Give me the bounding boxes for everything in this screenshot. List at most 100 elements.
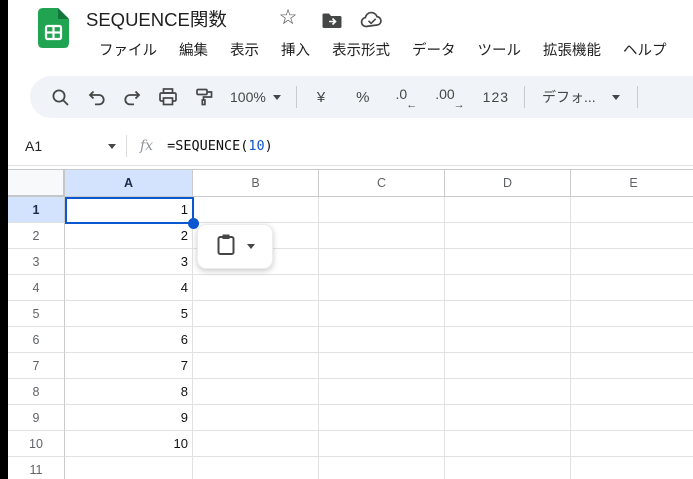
document-title[interactable]: SEQUENCE関数 [86,6,227,32]
row-header-9[interactable]: 9 [8,405,65,431]
cell-E9[interactable] [571,405,693,431]
cell-B10[interactable] [193,431,319,457]
row-header-4[interactable]: 4 [8,275,65,301]
cell-C8[interactable] [319,379,445,405]
percent-format-button[interactable]: % [347,89,378,106]
formula-input[interactable]: =SEQUENCE(10) [167,138,273,154]
cell-B5[interactable] [193,301,319,327]
cell-D11[interactable] [445,457,571,479]
cell-D9[interactable] [445,405,571,431]
zoom-control[interactable]: 100% [222,89,289,105]
font-selector[interactable]: デフォ... [532,87,630,107]
column-header-D[interactable]: D [445,170,571,197]
column-header-E[interactable]: E [571,170,693,197]
cell-B4[interactable] [193,275,319,301]
cell-A6[interactable]: 6 [65,327,193,353]
cell-A8[interactable]: 8 [65,379,193,405]
cell-C4[interactable] [319,275,445,301]
cell-A5[interactable]: 5 [65,301,193,327]
cell-E4[interactable] [571,275,693,301]
row-header-2[interactable]: 2 [8,223,65,249]
cell-B8[interactable] [193,379,319,405]
chevron-down-icon[interactable] [247,244,255,249]
menu-item-6[interactable]: ツール [467,37,533,62]
cell-D6[interactable] [445,327,571,353]
paste-suggestion-button[interactable] [197,224,273,269]
row-header-3[interactable]: 3 [8,249,65,275]
redo-icon[interactable] [114,78,150,116]
cell-E10[interactable] [571,431,693,457]
sheets-logo-icon[interactable] [38,8,69,53]
cell-D4[interactable] [445,275,571,301]
cell-E1[interactable] [571,197,693,223]
cell-C5[interactable] [319,301,445,327]
cell-B6[interactable] [193,327,319,353]
menu-item-8[interactable]: ヘルプ [612,37,678,62]
cell-C11[interactable] [319,457,445,479]
cell-A3[interactable]: 3 [65,249,193,275]
row-header-5[interactable]: 5 [8,301,65,327]
cell-E2[interactable] [571,223,693,249]
menu-item-4[interactable]: 表示形式 [321,37,401,62]
name-box[interactable]: A1 [8,138,126,154]
cell-C7[interactable] [319,353,445,379]
cell-D8[interactable] [445,379,571,405]
cell-A2[interactable]: 2 [65,223,193,249]
increase-decimal-button[interactable]: .00→ [429,86,462,108]
cell-A4[interactable]: 4 [65,275,193,301]
cell-C10[interactable] [319,431,445,457]
row-header-10[interactable]: 10 [8,431,65,457]
cell-A11[interactable] [65,457,193,479]
cell-C1[interactable] [319,197,445,223]
currency-format-button[interactable]: ¥ [308,89,334,106]
menu-item-5[interactable]: データ [401,37,467,62]
cell-E6[interactable] [571,327,693,353]
cell-E7[interactable] [571,353,693,379]
cell-B11[interactable] [193,457,319,479]
star-icon[interactable]: ☆ [276,5,300,29]
menu-item-2[interactable]: 表示 [219,37,270,62]
cell-A1[interactable]: 1 [65,197,193,223]
number-format-button[interactable]: 123 [475,89,517,105]
select-all-corner[interactable] [8,170,65,197]
cell-D7[interactable] [445,353,571,379]
cell-D1[interactable] [445,197,571,223]
cell-A10[interactable]: 10 [65,431,193,457]
cell-E8[interactable] [571,379,693,405]
move-folder-icon[interactable] [320,8,344,32]
decrease-decimal-button[interactable]: .0← [390,86,416,108]
cell-E11[interactable] [571,457,693,479]
row-header-11[interactable]: 11 [8,457,65,479]
cell-A7[interactable]: 7 [65,353,193,379]
cell-D5[interactable] [445,301,571,327]
cell-C3[interactable] [319,249,445,275]
cell-B1[interactable] [193,197,319,223]
cell-D2[interactable] [445,223,571,249]
column-header-C[interactable]: C [319,170,445,197]
cloud-saved-icon[interactable] [360,8,384,32]
menu-item-1[interactable]: 編集 [168,37,219,62]
row-header-7[interactable]: 7 [8,353,65,379]
row-header-6[interactable]: 6 [8,327,65,353]
cell-E3[interactable] [571,249,693,275]
undo-icon[interactable] [78,78,114,116]
column-header-A[interactable]: A [65,170,193,197]
cell-A9[interactable]: 9 [65,405,193,431]
cell-C2[interactable] [319,223,445,249]
search-icon[interactable] [42,78,78,116]
cell-C9[interactable] [319,405,445,431]
cell-B9[interactable] [193,405,319,431]
cell-D3[interactable] [445,249,571,275]
menu-item-3[interactable]: 挿入 [270,37,321,62]
row-header-8[interactable]: 8 [8,379,65,405]
cell-E5[interactable] [571,301,693,327]
paint-format-icon[interactable] [186,78,222,116]
row-header-1[interactable]: 1 [8,197,65,223]
menu-item-0[interactable]: ファイル [88,37,168,62]
cell-C6[interactable] [319,327,445,353]
column-header-B[interactable]: B [193,170,319,197]
cell-D10[interactable] [445,431,571,457]
menu-item-7[interactable]: 拡張機能 [532,37,612,62]
cell-B7[interactable] [193,353,319,379]
print-icon[interactable] [150,78,186,116]
